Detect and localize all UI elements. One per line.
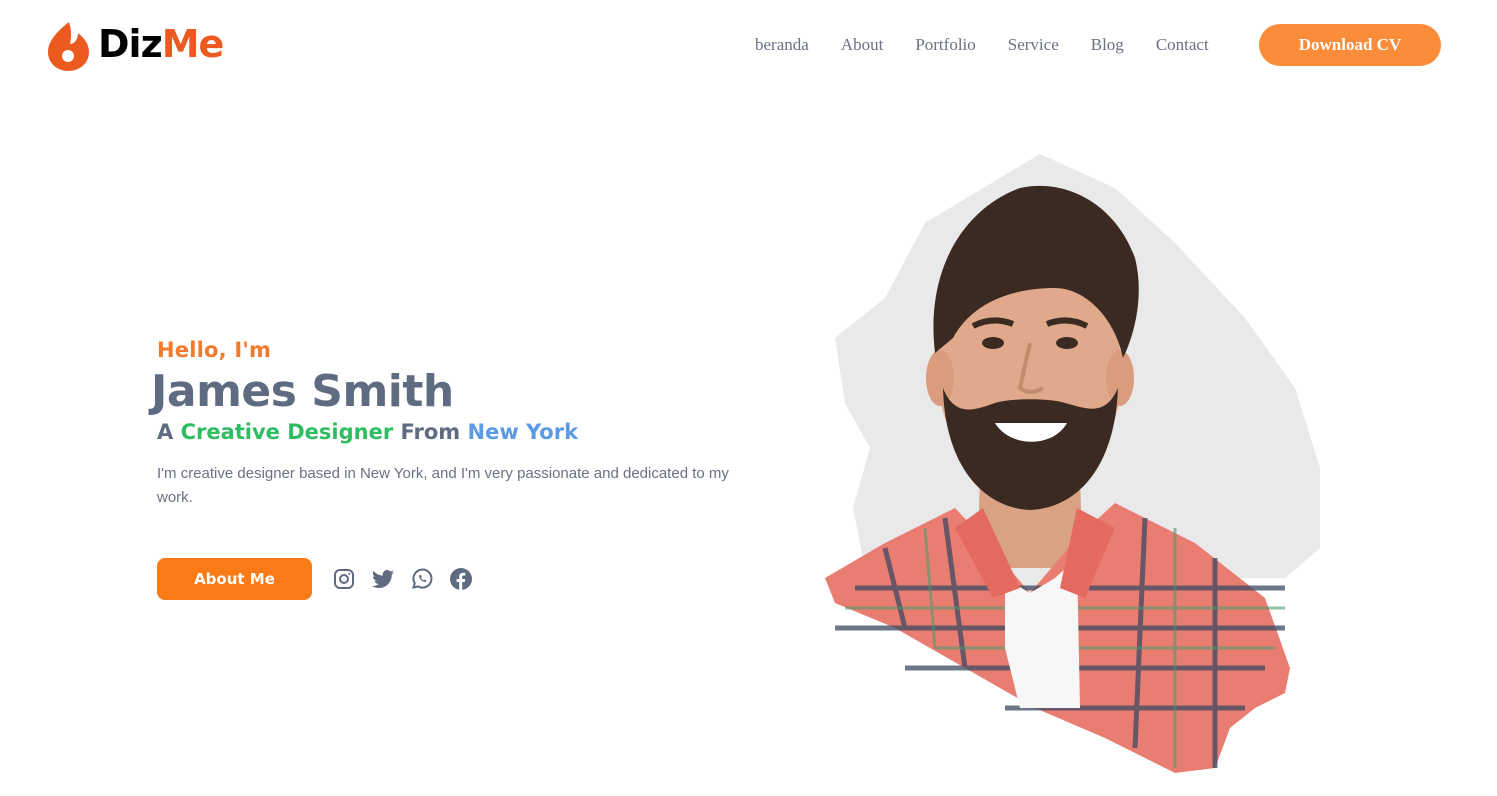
hero-greeting: Hello, I'm <box>157 338 272 362</box>
logo[interactable]: DizMe <box>46 16 225 72</box>
hero-actions: About Me <box>157 558 488 600</box>
logo-icon <box>48 22 89 71</box>
hero-description: I'm creative designer based in New York,… <box>157 465 729 507</box>
hero-portrait-image <box>825 154 1320 773</box>
tagline-role: Creative Designer <box>180 420 394 445</box>
main-nav: beranda About Portfolio Service Blog Con… <box>755 34 1241 56</box>
twitter-icon[interactable] <box>371 567 395 591</box>
nav-link-blog[interactable]: Blog <box>1091 34 1124 56</box>
site-header: DizMe beranda About Portfolio Service Bl… <box>0 0 1497 90</box>
facebook-icon[interactable] <box>449 567 473 591</box>
hero-name: James Smith <box>151 366 454 417</box>
instagram-icon[interactable] <box>332 567 356 591</box>
logo-wordmark: DizMe <box>98 22 225 66</box>
nav-link-portfolio[interactable]: Portfolio <box>915 34 975 56</box>
nav-link-beranda[interactable]: beranda <box>755 34 809 56</box>
hero-intro: Hello, I'm James Smith A Creative Design… <box>151 338 777 510</box>
logo-text-part1: Diz <box>98 22 163 66</box>
nav-link-service[interactable]: Service <box>1008 34 1059 56</box>
tagline-middle: From <box>393 420 468 445</box>
hero-tagline: A Creative Designer From New York <box>157 420 777 444</box>
nav-link-about[interactable]: About <box>841 34 884 56</box>
about-me-button[interactable]: About Me <box>157 558 312 600</box>
tagline-city: New York <box>467 420 579 445</box>
download-cv-button[interactable]: Download CV <box>1259 24 1441 66</box>
nav-link-contact[interactable]: Contact <box>1156 34 1209 56</box>
social-links <box>332 567 488 591</box>
tagline-prefix: A <box>157 420 181 445</box>
logo-text-part2: Me <box>161 22 225 66</box>
whatsapp-icon[interactable] <box>410 567 434 591</box>
